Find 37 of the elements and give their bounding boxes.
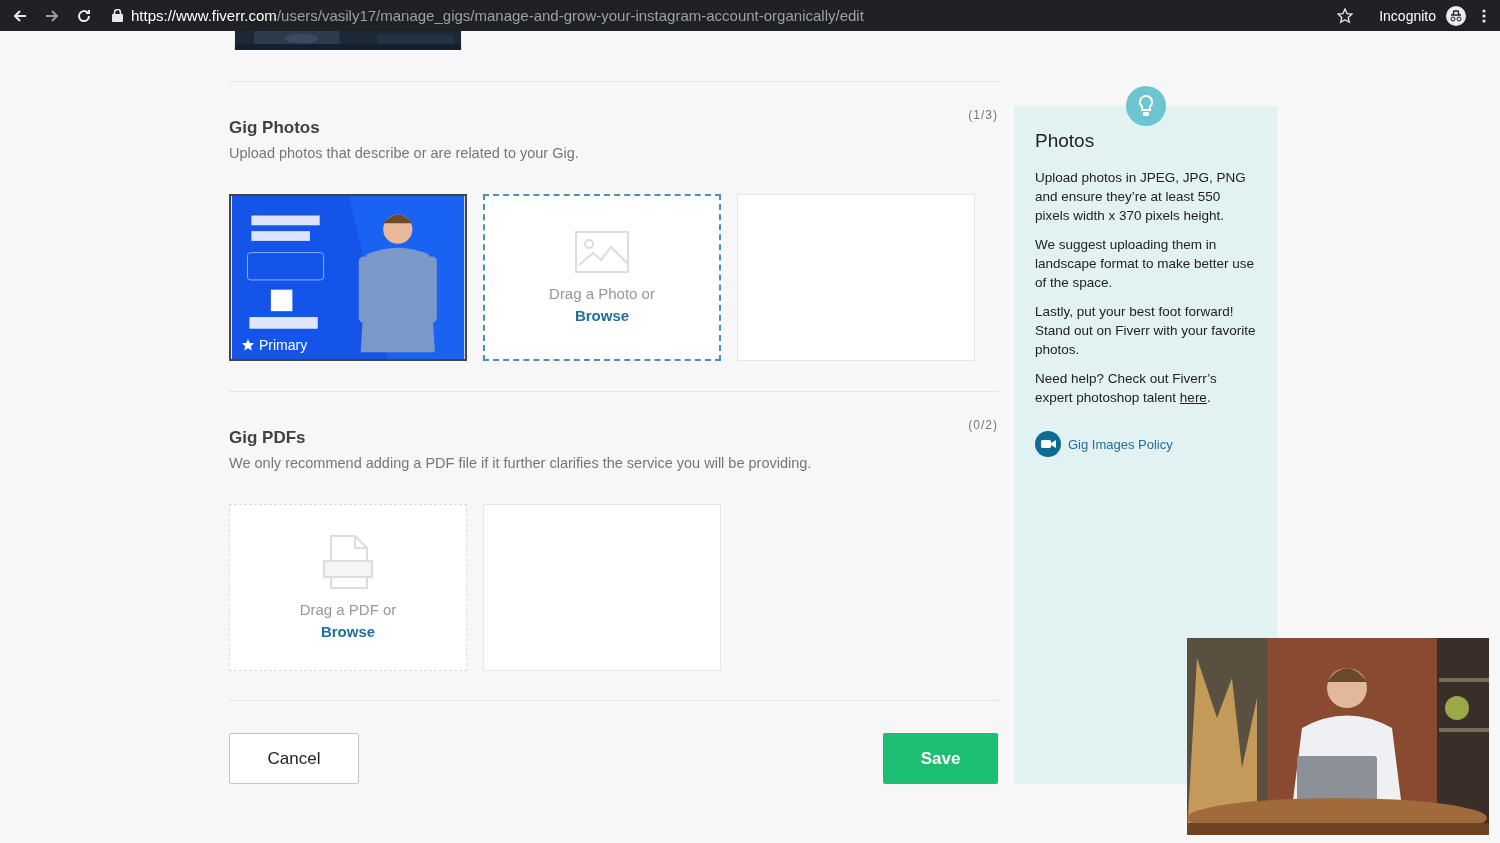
address-bar[interactable]: https://www.fiverr.com/users/vasily17/manage_gigs/manage-and-grow-your-instagram-account-organically/edit bbox=[102, 3, 1334, 28]
tip-paragraph: Upload photos in JPEG, JPG, PNG and ensure they’re at least 550 pixels width x 370 pixels height. bbox=[1035, 169, 1247, 225]
section-title: Gig Photos bbox=[229, 118, 320, 138]
upload-counter: (1/3) bbox=[968, 108, 998, 122]
profile-label[interactable]: Incognito bbox=[1379, 7, 1436, 24]
section-title: Gig PDFs bbox=[229, 428, 306, 448]
url-text: https://www.fiverr.com/users/vasily17/manage_gigs/manage-and-grow-your-instagram-account-organically/edit bbox=[131, 7, 864, 24]
cancel-button[interactable]: Cancel bbox=[229, 733, 359, 784]
primary-label: Primary bbox=[259, 337, 308, 353]
pdf-file-icon bbox=[321, 535, 375, 589]
star-icon bbox=[241, 338, 255, 352]
back-icon bbox=[12, 7, 28, 24]
tip-paragraph: Need help? Check out Fiverr’s expert photoshop talent here. bbox=[1035, 370, 1218, 407]
tip-title: Photos bbox=[1035, 130, 1096, 152]
reload-icon bbox=[76, 7, 92, 24]
section-description: We only recommend adding a PDF file if it further clarifies the service you will be providing. bbox=[229, 455, 813, 471]
tip-paragraph: We suggest uploading them in landscape format to make better use of the space. bbox=[1035, 236, 1256, 292]
video-camera-icon bbox=[1035, 431, 1061, 457]
menu-icon[interactable] bbox=[1482, 8, 1486, 23]
help-link[interactable]: here bbox=[1179, 390, 1207, 405]
upload-dropzone[interactable]: Drag a Photo or Browse bbox=[483, 194, 721, 361]
forward-icon bbox=[44, 7, 60, 24]
photo-thumbnail[interactable]: Primary bbox=[229, 194, 467, 361]
bookmark-star-icon[interactable] bbox=[1337, 7, 1354, 24]
upload-counter: (0/2) bbox=[968, 418, 998, 432]
upload-dropzone[interactable]: Drag a PDF or Browse bbox=[229, 504, 467, 671]
dropzone-prompt: Drag a Photo or bbox=[549, 285, 655, 302]
lock-icon bbox=[112, 9, 123, 22]
tip-paragraph: Lastly, put your best foot forward! Stand out on Fiverr with your favorite photos. bbox=[1035, 303, 1256, 359]
section-description: Upload photos that describe or are related to your Gig. bbox=[229, 145, 580, 161]
image-placeholder-icon bbox=[575, 231, 629, 273]
lightbulb-icon bbox=[1126, 86, 1166, 126]
browse-link[interactable]: Browse bbox=[320, 623, 376, 640]
dropzone-prompt: Drag a PDF or bbox=[299, 601, 397, 618]
policy-link[interactable]: Gig Images Policy bbox=[1068, 436, 1173, 452]
browse-link[interactable]: Browse bbox=[574, 307, 630, 324]
incognito-icon[interactable] bbox=[1446, 5, 1466, 26]
